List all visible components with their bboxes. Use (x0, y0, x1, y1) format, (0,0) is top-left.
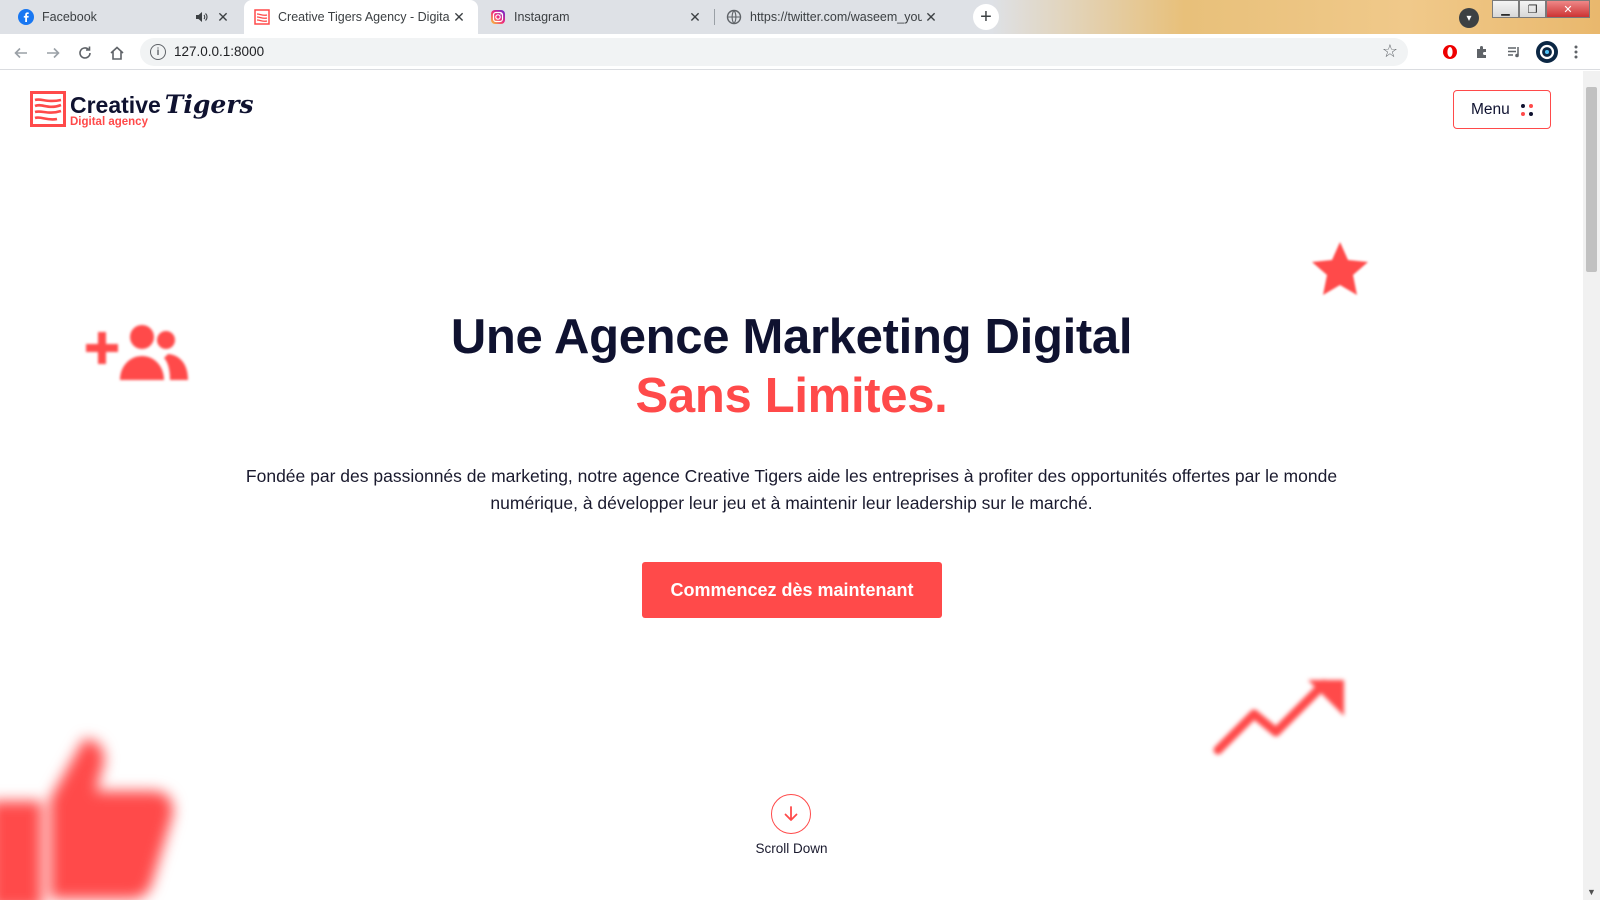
creative-tigers-favicon (254, 9, 270, 25)
window-controls: ▁ ❐ ✕ (1492, 0, 1590, 20)
menu-button[interactable]: Menu (1453, 90, 1551, 129)
thumbs-up-icon (0, 739, 174, 900)
bookmark-star-icon[interactable]: ☆ (1382, 41, 1398, 62)
opera-icon[interactable] (1440, 42, 1460, 62)
facebook-icon (18, 9, 34, 25)
window-close-icon[interactable]: ✕ (1546, 0, 1590, 18)
address-bar[interactable]: i 127.0.0.1:8000 ☆ (140, 38, 1408, 66)
vertical-scrollbar[interactable]: ▼ (1583, 71, 1600, 900)
globe-icon (726, 9, 742, 25)
scroll-down-label: Scroll Down (755, 841, 828, 856)
tab-facebook[interactable]: Facebook ✕ (8, 0, 242, 34)
trend-arrow-icon (1213, 679, 1344, 755)
tab-twitter[interactable]: https://twitter.com/waseem_your ✕ (716, 0, 950, 34)
browser-toolbar: i 127.0.0.1:8000 ☆ (0, 34, 1600, 70)
tab-title: https://twitter.com/waseem_your (750, 10, 922, 24)
forward-arrow-icon[interactable] (40, 40, 66, 66)
kebab-menu-icon[interactable] (1566, 42, 1586, 62)
site-info-icon[interactable]: i (150, 44, 166, 60)
speaker-icon[interactable] (192, 8, 210, 26)
close-icon[interactable]: ✕ (450, 8, 468, 26)
home-icon[interactable] (104, 40, 130, 66)
minimize-icon[interactable]: ▁ (1492, 0, 1519, 18)
dots-grid-icon (1521, 104, 1533, 116)
menu-label: Menu (1471, 100, 1510, 118)
logo-name-creative: Creative (70, 92, 161, 118)
media-control-icon[interactable] (1504, 42, 1524, 62)
scrollbar-thumb[interactable] (1586, 87, 1597, 272)
site-logo[interactable]: Creative Tigers Digital agency (30, 91, 254, 129)
tab-creative-tigers[interactable]: Creative Tigers Agency - Digital M ✕ (244, 0, 478, 34)
tab-title: Instagram (514, 10, 570, 24)
restore-icon[interactable]: ❐ (1519, 0, 1546, 18)
logo-name-tigers: Tigers (164, 90, 254, 119)
page-viewport: Creative Tigers Digital agency Menu Une … (0, 71, 1583, 900)
instagram-icon (490, 9, 506, 25)
tiger-logo-icon (30, 91, 66, 127)
browser-tab-strip: Facebook ✕ Creative Tigers Agency - Digi… (0, 0, 1600, 34)
hero-title-line-2: Sans Limites. (635, 369, 948, 423)
reload-icon[interactable] (72, 40, 98, 66)
back-arrow-icon[interactable] (8, 40, 34, 66)
tab-title: Creative Tigers Agency - Digital M (278, 10, 450, 24)
arrow-down-icon (784, 806, 798, 821)
scroll-arrow-down-icon[interactable]: ▼ (1587, 887, 1596, 897)
hero-description: Fondée par des passionnés de marketing, … (245, 466, 1338, 513)
star-icon (1312, 242, 1368, 295)
url-text[interactable]: 127.0.0.1:8000 (174, 44, 264, 59)
close-icon[interactable]: ✕ (214, 8, 232, 26)
tab-instagram[interactable]: Instagram ✕ (480, 0, 714, 34)
hero-title-line-1: Une Agence Marketing Digital (450, 310, 1133, 364)
close-icon[interactable]: ✕ (922, 8, 940, 26)
tab-title: Facebook (42, 10, 97, 24)
tab-separator (714, 9, 715, 25)
extensions-puzzle-icon[interactable] (1472, 42, 1492, 62)
tab-search-icon[interactable]: ▾ (1459, 8, 1479, 28)
new-tab-button[interactable]: + (973, 4, 999, 30)
scroll-down-button[interactable] (771, 794, 811, 834)
close-icon[interactable]: ✕ (686, 8, 704, 26)
logo-tagline: Digital agency (70, 116, 148, 128)
get-started-button[interactable]: Commencez dès maintenant (642, 562, 942, 618)
profile-avatar[interactable] (1535, 40, 1559, 64)
